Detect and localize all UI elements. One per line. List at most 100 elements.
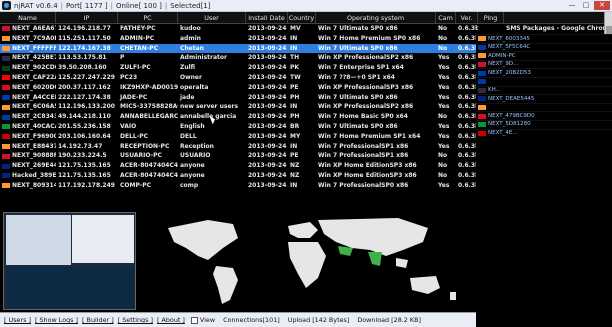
cell-user: Administrator bbox=[180, 54, 227, 62]
cell-window: SMS Packages - Google Chrome bbox=[506, 25, 610, 32]
column-header[interactable]: PC bbox=[118, 12, 178, 23]
builder-button[interactable]: [ Builder ] bbox=[82, 316, 114, 324]
cell-pc: FATHEY-PC bbox=[120, 25, 156, 32]
notification-label: NEXT_4E... bbox=[488, 130, 518, 137]
cell-os: Win XP ProfessionalSP3 x86 bbox=[318, 83, 414, 91]
cell-pc: ACER-8047404C4D4 bbox=[120, 162, 178, 170]
cell-name-text: NEXT_E88437D bbox=[12, 142, 56, 150]
country-flag-icon bbox=[478, 44, 486, 50]
cell-date: 2013-09-24 bbox=[248, 181, 287, 189]
cell-country: PK bbox=[290, 64, 300, 72]
notification-label bbox=[488, 103, 490, 112]
cell-ping bbox=[478, 24, 504, 34]
cell-user: comp bbox=[180, 181, 199, 189]
column-header[interactable] bbox=[504, 12, 610, 23]
cell-date: 2013-09-24 bbox=[248, 162, 287, 170]
column-header[interactable]: Operating system bbox=[316, 12, 436, 23]
cell-os: Win 7 Enterprise SP1 x64 bbox=[318, 64, 404, 72]
cell-date: 2013-09-24 bbox=[248, 132, 287, 140]
cell-user: Reception bbox=[180, 142, 214, 150]
column-header[interactable]: IP bbox=[56, 12, 118, 23]
country-flag-icon bbox=[2, 173, 10, 179]
cell-name: NEXT_6020D0AA bbox=[0, 83, 56, 93]
maximize-icon[interactable]: □ bbox=[580, 1, 592, 10]
country-flag-icon bbox=[2, 143, 10, 149]
status-bar: [ Users ] [ Show Logs ] [ Builder ] [ Se… bbox=[0, 312, 476, 327]
country-flag-icon bbox=[2, 26, 10, 32]
column-header[interactable]: Install Date bbox=[246, 12, 288, 23]
cell-name-text: NEXT_40CACA8D bbox=[12, 122, 56, 130]
remote-desktop-thumbnail[interactable] bbox=[3, 212, 136, 310]
users-button[interactable]: [ Users ] bbox=[4, 316, 31, 324]
country-flag-icon bbox=[2, 85, 10, 91]
cell-ver: 0.6.3b bbox=[458, 122, 478, 130]
cell-date: 2013-09-24 bbox=[248, 152, 287, 160]
notification-label bbox=[488, 77, 490, 86]
cell-pc: USUARIO-PC bbox=[120, 152, 162, 160]
cell-country: MV bbox=[290, 25, 301, 32]
cell-pc: MIC5-33758828A0 bbox=[120, 103, 178, 111]
notification-label: ADMIN-PC bbox=[488, 52, 516, 59]
cell-country: IN bbox=[290, 142, 298, 150]
settings-button[interactable]: [ Settings ] bbox=[118, 316, 153, 324]
cell-country: IN bbox=[290, 103, 298, 111]
cell-ip: 201.55.236.158 bbox=[58, 122, 111, 130]
cell-os: Win 7 Ultimate SP0 x86 bbox=[318, 122, 398, 130]
country-flag-icon bbox=[2, 104, 10, 110]
cell-country: IN bbox=[290, 34, 298, 42]
notification-label: KH... bbox=[488, 87, 501, 94]
cell-cam: No bbox=[438, 162, 448, 170]
cell-ip: 14.192.73.47 bbox=[58, 142, 103, 150]
notification-item: KH... bbox=[476, 85, 612, 95]
notification-label: NEXT_5F5C64C bbox=[488, 44, 531, 51]
column-header[interactable]: Country bbox=[288, 12, 316, 23]
cell-date: 2013-09-24 bbox=[248, 171, 287, 179]
column-header[interactable]: Ver. bbox=[456, 12, 478, 23]
notification-label: NEXT_9D... bbox=[488, 61, 519, 68]
country-flag-icon bbox=[478, 96, 486, 102]
cell-user: anyone bbox=[180, 162, 205, 170]
cell-country: MY bbox=[290, 132, 301, 140]
country-flag-icon bbox=[2, 114, 10, 120]
about-button[interactable]: [ About ] bbox=[157, 316, 185, 324]
cell-name: NEXT_269E4445 bbox=[0, 161, 56, 171]
cell-ip: 122.174.167.38 bbox=[58, 44, 111, 52]
column-header[interactable]: User bbox=[178, 12, 246, 23]
country-flag-icon bbox=[2, 153, 10, 159]
cell-user: new server users bbox=[180, 103, 239, 111]
cell-name: NEXT_FFFFFFF7 bbox=[0, 44, 56, 54]
cell-country: TH bbox=[290, 54, 300, 62]
cell-name: NEXT_A4CCEFF4 bbox=[0, 93, 56, 103]
cell-cam: Yes bbox=[438, 54, 450, 62]
cell-name: NEXT_8093140D bbox=[0, 181, 56, 191]
notification-item: NEXT_6003345 bbox=[476, 34, 612, 43]
table-row[interactable]: NEXT_A6EA67C6124.196.218.77 FATHEY-PC kudo… bbox=[0, 24, 612, 34]
minimize-icon[interactable]: — bbox=[566, 1, 578, 10]
port-label: Port[ 1177 ] bbox=[66, 1, 108, 10]
cell-ip: 222.127.174.38 bbox=[58, 93, 111, 101]
cell-cam: Yes bbox=[438, 103, 450, 111]
cell-ip: 121.75.135.165 bbox=[58, 162, 111, 170]
cell-date: 2013-09-24 bbox=[248, 73, 287, 81]
cell-cam: Yes bbox=[438, 132, 450, 140]
cell-ip: 39.50.208.160 bbox=[58, 64, 107, 72]
cell-os: Win XP ProfessionalSP2 x86 bbox=[318, 54, 414, 62]
column-header[interactable]: Ping bbox=[478, 12, 504, 23]
notification-item: NEXT_5F5C64C bbox=[476, 42, 612, 52]
country-flag-icon bbox=[478, 36, 486, 42]
country-flag-icon bbox=[2, 65, 10, 71]
app-icon bbox=[2, 1, 11, 10]
cell-name-text: NEXT_A4CCEFF4 bbox=[12, 93, 56, 101]
cell-ip: 124.196.218.77 bbox=[58, 25, 111, 32]
cell-name-text: NEXT_269E4445 bbox=[12, 162, 56, 170]
column-header[interactable]: Name bbox=[0, 12, 56, 23]
view-checkbox[interactable] bbox=[190, 316, 198, 324]
cell-os: Win XP ProfessionalSP2 x86 bbox=[318, 103, 414, 111]
notification-label: NEXT_479BC9D0 bbox=[488, 112, 535, 119]
cell-os: Win 7 ProfessionalSP0 x86 bbox=[318, 181, 409, 189]
close-icon[interactable]: ✕ bbox=[594, 1, 610, 10]
show-logs-button[interactable]: [ Show Logs ] bbox=[35, 316, 78, 324]
cell-name: NEXT_CAF22A68 bbox=[0, 73, 56, 83]
cell-country: PH bbox=[290, 113, 300, 121]
column-header[interactable]: Cam bbox=[436, 12, 456, 23]
